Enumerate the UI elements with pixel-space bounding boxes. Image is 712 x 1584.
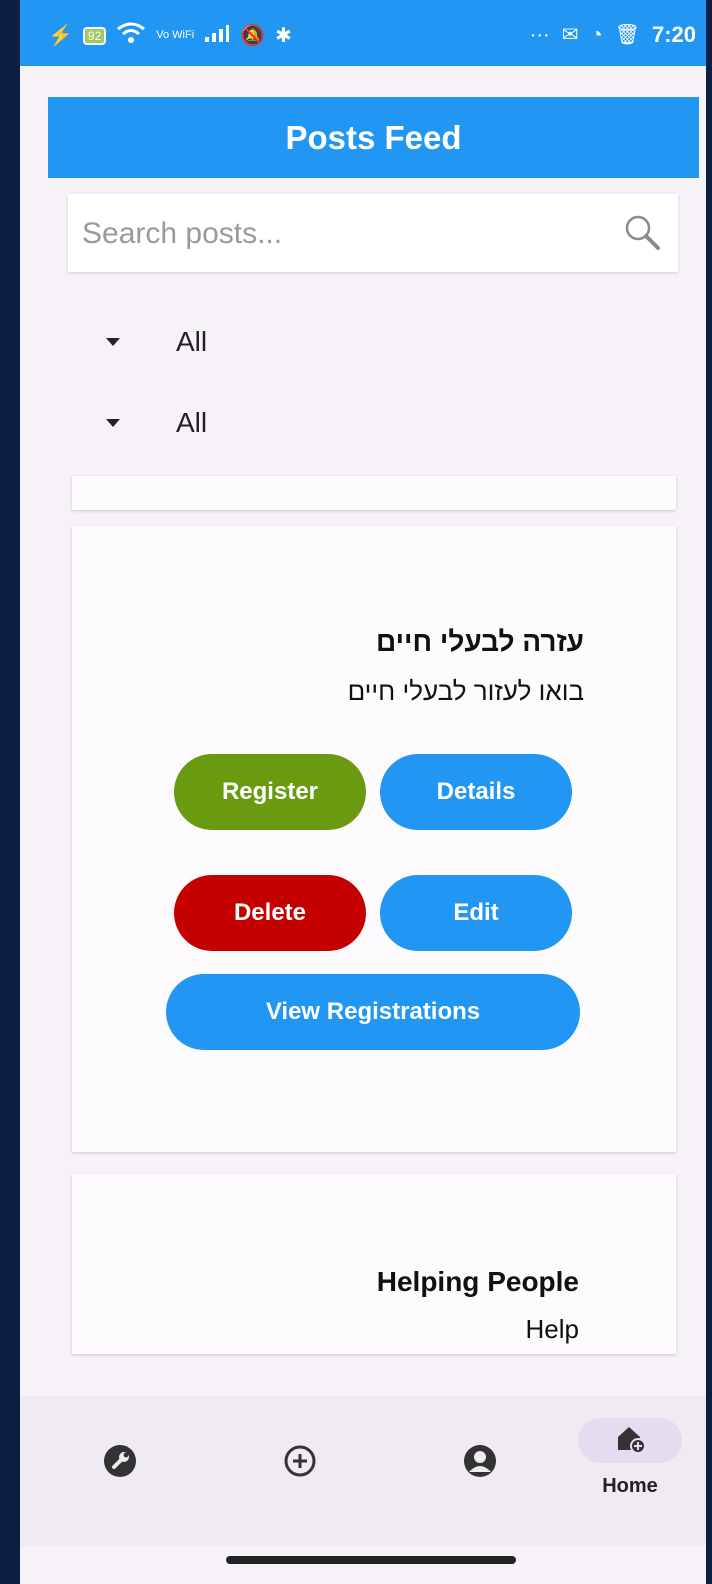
nav-item-tools[interactable] xyxy=(80,1444,160,1524)
bluetooth-icon: ✱ xyxy=(275,24,292,47)
post-card: עזרה לבעלי חיים בואו לעזור לבעלי חיים Re… xyxy=(72,526,676,1152)
status-bar: ⚡ 92 Vo WiFi 🔕 ✱ ··· ✉ ◔ 🗑 7:20 xyxy=(20,0,706,66)
clock: 7:20 xyxy=(651,22,696,47)
page-title: Posts Feed xyxy=(285,118,462,156)
status-bar-left: ⚡ 92 Vo WiFi 🔕 ✱ xyxy=(48,22,292,49)
add-circle-icon xyxy=(283,1444,317,1483)
filter-dropdown-2[interactable]: All xyxy=(104,398,404,448)
wifi-icon xyxy=(116,22,146,49)
post-card-partial xyxy=(72,476,676,510)
delete-button[interactable]: Delete xyxy=(174,875,366,951)
sync-icon: ◔ xyxy=(590,24,603,46)
post-description: בואו לעזור לבעלי חיים xyxy=(347,676,584,706)
nav-item-add[interactable] xyxy=(260,1444,340,1524)
gesture-home-bar[interactable] xyxy=(226,1556,516,1564)
search-input[interactable] xyxy=(80,208,604,260)
charging-icon: ⚡ xyxy=(48,24,73,47)
post-card: Helping People Help xyxy=(72,1174,676,1354)
trash-icon: 🗑 xyxy=(614,24,640,46)
more-notifications-icon: ··· xyxy=(529,23,550,46)
bottom-navigation: Home xyxy=(20,1396,706,1546)
post-title: עזרה לבעלי חיים xyxy=(375,626,584,657)
view-registrations-button[interactable]: View Registrations xyxy=(166,974,580,1050)
signal-icon xyxy=(204,24,230,47)
post-description: Help xyxy=(525,1314,579,1344)
register-button[interactable]: Register xyxy=(174,754,366,830)
app-screen: ⚡ 92 Vo WiFi 🔕 ✱ ··· ✉ ◔ 🗑 7:20 Posts Fe… xyxy=(20,0,706,1584)
vowifi-label: Vo WiFi xyxy=(156,29,195,41)
search-icon[interactable] xyxy=(622,212,662,257)
filter-value-2: All xyxy=(176,407,208,438)
app-bar: Posts Feed xyxy=(48,97,699,178)
home-icon xyxy=(614,1422,646,1459)
dropdown-arrow-icon xyxy=(106,338,120,346)
dropdown-arrow-icon xyxy=(106,419,120,427)
nav-item-home[interactable]: Home xyxy=(578,1418,682,1498)
edit-button[interactable]: Edit xyxy=(380,875,572,951)
gmail-icon: ✉ xyxy=(561,24,579,46)
filter-value-1: All xyxy=(176,326,208,357)
post-title: Helping People xyxy=(376,1266,579,1297)
nav-item-profile[interactable] xyxy=(440,1444,520,1524)
mute-icon: 🔕 xyxy=(240,24,266,47)
wrench-icon xyxy=(103,1444,137,1483)
active-indicator xyxy=(578,1418,682,1463)
details-button[interactable]: Details xyxy=(380,754,572,830)
filter-dropdown-1[interactable]: All xyxy=(104,317,404,367)
battery-indicator: 92 xyxy=(82,26,107,45)
search-bar xyxy=(68,194,678,272)
account-icon xyxy=(463,1444,497,1483)
nav-label-home: Home xyxy=(602,1475,658,1497)
status-bar-right: ··· ✉ ◔ 🗑 7:20 xyxy=(530,22,696,48)
